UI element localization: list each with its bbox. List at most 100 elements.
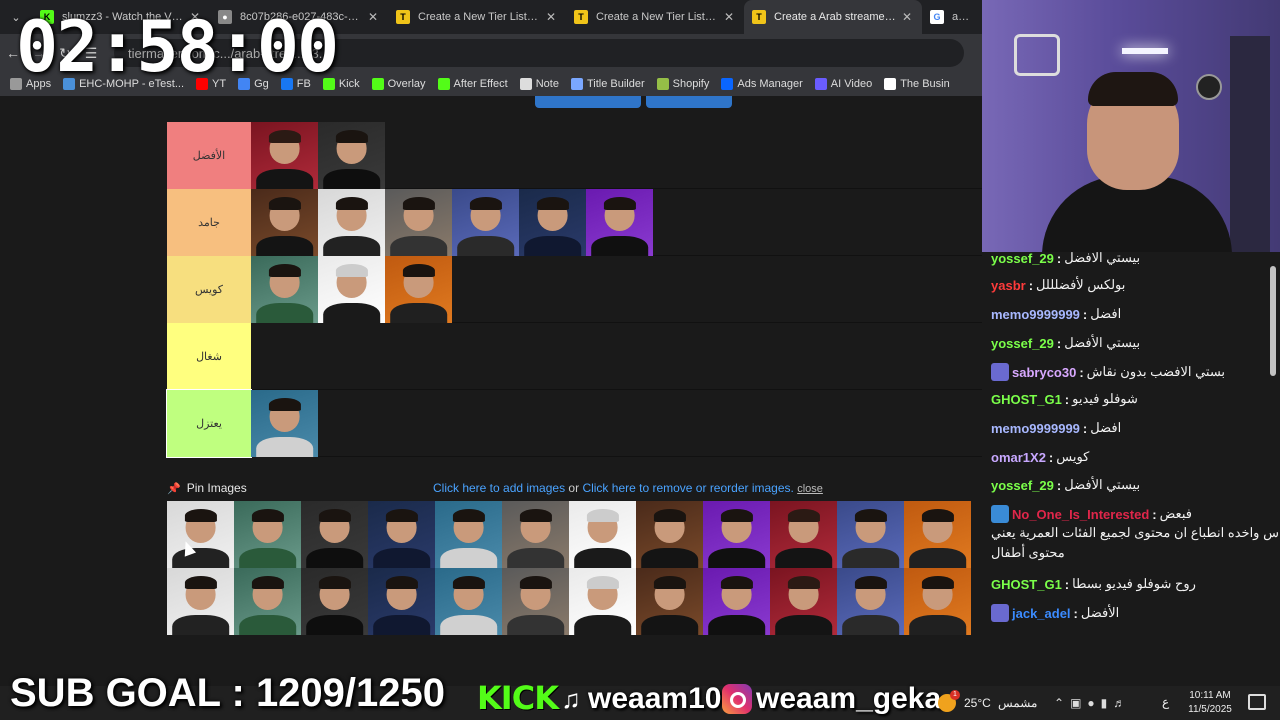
bookmark-item[interactable]: AI Video (814, 78, 872, 90)
bookmark-item[interactable]: Shopify (656, 78, 709, 90)
tier-image[interactable] (385, 256, 452, 323)
chat-message: الناس واخده انطباع ان محتوى لجميع الفئات… (991, 525, 1280, 541)
pool-image[interactable] (502, 501, 569, 568)
battery-icon[interactable]: ▮ (1101, 696, 1114, 710)
pool-image[interactable] (770, 501, 837, 568)
pool-image[interactable] (569, 501, 636, 568)
browser-tab[interactable]: T Create a Arab streamers Ti ✕ (744, 0, 922, 34)
close-tab-icon[interactable]: ✕ (724, 10, 734, 24)
pool-image[interactable] (301, 568, 368, 635)
bookmark-item[interactable]: The Busin (884, 78, 950, 90)
pool-image[interactable] (703, 501, 770, 568)
chat-username[interactable]: memo9999999 (991, 307, 1080, 322)
add-images-link[interactable]: Click here to add images (433, 481, 565, 495)
pool-image[interactable] (368, 568, 435, 635)
pool-image[interactable] (636, 568, 703, 635)
tier-image[interactable] (251, 122, 318, 189)
notifications-icon[interactable] (1248, 694, 1266, 710)
chevron-up-icon[interactable]: ⌃ (1054, 696, 1070, 710)
pool-image[interactable] (234, 501, 301, 568)
tier-items (251, 390, 318, 457)
close-link[interactable]: close (797, 483, 823, 495)
chat-username[interactable]: yasbr (991, 278, 1026, 293)
tier-label[interactable]: كويس (167, 256, 251, 323)
tier-image[interactable] (318, 189, 385, 256)
temperature[interactable]: 25°C (964, 696, 991, 710)
pool-image[interactable] (904, 568, 971, 635)
close-tab-icon[interactable]: ✕ (546, 10, 556, 24)
pool-image[interactable] (435, 568, 502, 635)
pool-image[interactable] (837, 501, 904, 568)
chat-message: jack_adel: الأفضل (991, 604, 1119, 622)
chat-username[interactable]: memo9999999 (991, 421, 1080, 436)
language-indicator[interactable]: ع (1162, 695, 1169, 709)
pool-image[interactable] (368, 501, 435, 568)
download-button[interactable] (646, 96, 732, 108)
close-tab-icon[interactable]: ✕ (368, 10, 378, 24)
tier-image[interactable] (318, 256, 385, 323)
browser-tab[interactable]: T Create a New Tier List - Tie ✕ (388, 0, 566, 34)
thumb-body (841, 614, 900, 635)
tier-image[interactable] (318, 122, 385, 189)
browser-tab[interactable]: Gahmeds (922, 0, 982, 34)
save-button[interactable] (535, 96, 641, 108)
pool-image[interactable] (837, 568, 904, 635)
bookmark-item[interactable]: Title Builder (570, 78, 645, 90)
mic-icon[interactable]: ● (1087, 696, 1100, 710)
scrollbar-thumb[interactable] (1270, 266, 1276, 376)
browser-tab[interactable]: T Create a New Tier List - Tie ✕ (566, 0, 744, 34)
pool-image[interactable] (703, 568, 770, 635)
network-icon[interactable]: ▣ (1070, 696, 1087, 710)
tier-image[interactable] (251, 189, 318, 256)
image-links: Click here to add images or Click here t… (433, 481, 823, 495)
close-tab-icon[interactable]: ✕ (902, 10, 912, 24)
chat-username[interactable]: yossef_29 (991, 336, 1054, 351)
pool-image[interactable] (167, 501, 234, 568)
tier-label[interactable]: يعتزل (166, 389, 252, 458)
pool-image[interactable] (167, 568, 234, 635)
chat-username[interactable]: GHOST_G1 (991, 577, 1062, 592)
weather-condition[interactable]: مشمس (998, 696, 1037, 710)
bookmark-item[interactable]: Note (519, 78, 559, 90)
tier-label[interactable]: جامد (167, 189, 251, 256)
chat-username[interactable]: yossef_29 (991, 478, 1054, 493)
pool-image[interactable] (234, 568, 301, 635)
pin-icon[interactable]: 📌 (167, 482, 181, 495)
chat-username[interactable]: GHOST_G1 (991, 392, 1062, 407)
bookmark-label: Note (535, 78, 559, 90)
tab-title: Create a New Tier List - Tie (596, 11, 718, 23)
tier-image[interactable] (251, 390, 318, 457)
tier-image[interactable] (519, 189, 586, 256)
tray-icons[interactable]: ⌃▣●▮♬ (1054, 696, 1131, 710)
thumb-hair (787, 576, 820, 590)
chat-username[interactable]: sabryco30 (1012, 365, 1076, 380)
pool-image[interactable] (569, 568, 636, 635)
tier-label[interactable]: الأفضل (167, 122, 251, 189)
pool-image[interactable] (502, 568, 569, 635)
bookmark-item[interactable]: Ads Manager (721, 78, 803, 90)
tier-image[interactable] (586, 189, 653, 256)
webcam-feed (982, 0, 1280, 252)
pool-image[interactable] (770, 568, 837, 635)
chat-username[interactable]: omar1X2 (991, 450, 1046, 465)
page-scrollbar[interactable] (1268, 252, 1278, 684)
tier-label[interactable]: شغال (167, 323, 251, 390)
pool-image[interactable] (904, 501, 971, 568)
stream-timer: 02:58:00 (16, 6, 339, 88)
pool-image[interactable] (435, 501, 502, 568)
chat-username[interactable]: No_One_Is_Interested (1012, 507, 1149, 522)
chat-username[interactable]: yossef_29 (991, 252, 1054, 266)
tier-image[interactable] (251, 256, 318, 323)
pool-image[interactable] (636, 501, 703, 568)
bookmark-item[interactable]: After Effect (437, 78, 508, 90)
bookmark-item[interactable]: Overlay (371, 78, 426, 90)
kick-handle: weaam100 (588, 682, 739, 715)
tier-image[interactable] (452, 189, 519, 256)
volume-icon[interactable]: ♬ (1113, 696, 1131, 710)
chat-username[interactable]: jack_adel (1012, 606, 1071, 621)
tier-image[interactable] (385, 189, 452, 256)
remove-images-link[interactable]: Click here to remove or reorder images. (582, 481, 793, 495)
pool-image[interactable] (301, 501, 368, 568)
taskbar-clock[interactable]: 10:11 AM 11/5/2025 (1182, 689, 1238, 717)
shelf (1230, 36, 1270, 252)
